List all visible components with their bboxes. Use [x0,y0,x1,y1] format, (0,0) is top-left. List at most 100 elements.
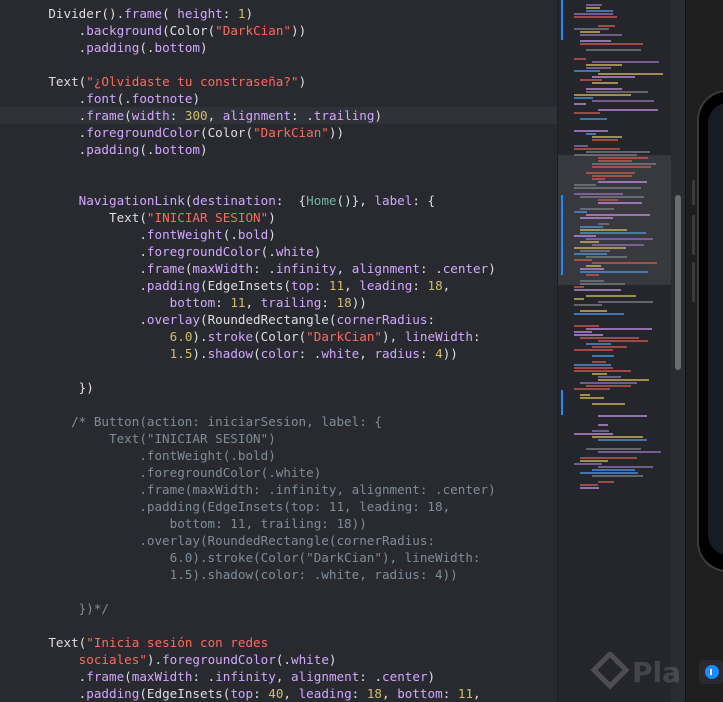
code-line[interactable] [0,362,557,379]
code-token: bottom: 11, trailing: 18)) [18,516,367,531]
code-token: 4 [435,346,443,361]
code-token: ) [374,108,383,123]
code-line[interactable] [0,175,557,192]
code-line[interactable]: .padding(.bottom) [0,39,557,56]
code-token: . [18,244,147,259]
code-token: destination [192,193,276,208]
minimap-code-stroke [598,202,642,204]
minimap-code-stroke [574,235,596,237]
code-line[interactable]: })*/ [0,600,557,617]
code-token: height [177,6,223,21]
code-line[interactable]: .foregroundColor(.white) [0,243,557,260]
code-line[interactable]: Text("INICIAR SESION") [0,209,557,226]
code-token: top [290,278,314,293]
minimap-code-stroke [592,76,635,78]
code-token: : [472,329,481,344]
code-token: infinity [275,261,337,276]
code-line[interactable] [0,617,557,634]
code-line[interactable]: .overlay(RoundedRectangle(cornerRadius: [0,532,557,549]
code-line[interactable]: 6.0).stroke(Color("DarkCian"), lineWidth… [0,328,557,345]
code-token: Home [306,193,337,208]
scrollbar-thumb[interactable] [675,195,681,370]
code-token: })*/ [18,601,109,616]
minimap-code-stroke [580,457,637,459]
minimap-code-stroke [574,367,613,369]
code-token: frame [124,6,163,21]
code-token: : [215,295,231,310]
code-line[interactable]: .frame(width: 300, alignment: .trailing) [0,107,557,124]
code-token: : [442,686,458,701]
phone-side-button [692,215,695,255]
code-line[interactable]: .overlay(RoundedRectangle(cornerRadius: [0,311,557,328]
code-line[interactable]: .padding(EdgeInsets(top: 11, leading: 18… [0,277,557,294]
minimap-code-stroke [574,13,613,15]
live-preview-icon[interactable] [705,665,719,679]
code-line[interactable]: NavigationLink(destination: {Home()}, la… [0,192,557,209]
code-line[interactable]: Text("¿Olvidaste tu constraseña?") [0,73,557,90]
minimap-code-stroke [598,73,663,75]
code-token: ) [245,6,254,21]
code-line[interactable]: Text("Inicia sesión con redes [0,634,557,651]
code-line[interactable]: }) [0,379,557,396]
code-token: : . [253,261,276,276]
code-editor[interactable]: Divider().frame( height: 1) .background(… [0,0,557,702]
minimap-code-stroke [586,385,631,387]
minimap-code-stroke [592,136,622,138]
minimap-code-stroke [598,199,618,201]
code-line[interactable]: .padding(.bottom) [0,141,557,158]
minimap-code-stroke [574,103,586,105]
code-line[interactable]: bottom: 11, trailing: 18)) [0,515,557,532]
code-line[interactable]: Divider().frame( height: 1) [0,5,557,22]
code-line[interactable]: /* Button(action: iniciarSesion, label: … [0,413,557,430]
code-line[interactable]: 1.5).shadow(color: .white, radius: 4)) [0,345,557,362]
code-line[interactable]: Text("INICIAR SESION") [0,430,557,447]
code-token: bottom [397,686,443,701]
code-line[interactable]: .padding(EdgeInsets(top: 40, leading: 18… [0,685,557,702]
minimap[interactable] [557,0,671,702]
minimap-code-stroke [574,154,637,156]
code-token: footnote [131,91,193,106]
code-line[interactable]: .foregroundColor(.white) [0,464,557,481]
code-token: , [442,278,451,293]
code-token: ) [427,669,436,684]
minimap-code-stroke [598,25,615,27]
code-line[interactable]: 6.0).stroke(Color("DarkCian"), lineWidth… [0,549,557,566]
code-line[interactable]: .frame(maxWidth: .infinity, alignment: .… [0,260,557,277]
code-line[interactable]: .frame(maxWidth: .infinity, alignment: .… [0,481,557,498]
code-token: 300 [184,108,208,123]
code-token: , [336,261,352,276]
code-token: : [412,278,428,293]
code-token: ). [192,346,208,361]
minimap-code-stroke [598,379,649,381]
minimap-code-stroke [598,415,647,417]
code-line[interactable]: .foregroundColor(Color("DarkCian")) [0,124,557,141]
minimap-code-stroke [592,403,625,405]
code-line[interactable]: 1.5).shadow(color: .white, radius: 4)) [0,566,557,583]
code-line[interactable]: .padding(EdgeInsets(top: 11, leading: 18… [0,498,557,515]
code-line[interactable]: bottom: 11, trailing: 18)) [0,294,557,311]
code-line[interactable] [0,158,557,175]
code-line[interactable]: sociales").foregroundColor(.white) [0,651,557,668]
code-token: (RoundedRectangle( [199,312,337,327]
code-token: top [230,686,254,701]
code-token: frame [146,261,185,276]
minimap-code-stroke [586,91,648,93]
code-line[interactable]: .fontWeight(.bold) [0,447,557,464]
code-line[interactable]: .background(Color("DarkCian")) [0,22,557,39]
code-token: (EdgeInsets( [199,278,291,293]
code-token: : [321,295,337,310]
code-token: ( [124,669,132,684]
code-token: )) [442,346,458,361]
code-token: ) [268,210,276,225]
code-line[interactable] [0,396,557,413]
minimap-code-stroke [598,439,647,441]
minimap-code-stroke [574,463,602,465]
minimap-code-stroke [574,70,600,72]
code-line[interactable]: .frame(maxWidth: .infinity, alignment: .… [0,668,557,685]
code-token: (. [260,244,276,259]
code-line[interactable] [0,56,557,73]
minimap-code-stroke [580,280,604,282]
code-line[interactable]: .fontWeight(.bold) [0,226,557,243]
code-line[interactable]: .font(.footnote) [0,90,557,107]
code-line[interactable] [0,583,557,600]
